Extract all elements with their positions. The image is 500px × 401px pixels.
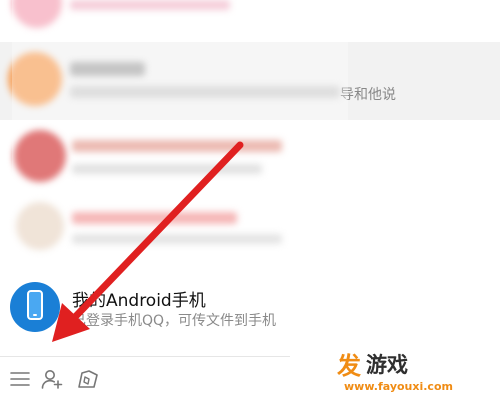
site-watermark: 发 游戏 www.fayouxi.com [290, 348, 500, 400]
conversation-message-tail: 导和他说 [340, 87, 396, 103]
fayouxi-logo-icon: 发 [336, 352, 361, 379]
add-contact-icon[interactable] [40, 367, 64, 391]
svg-text:发: 发 [336, 352, 361, 379]
phone-icon [10, 282, 60, 332]
conversation-title: 我的Android手机 [72, 291, 206, 311]
watermark-url: www.fayouxi.com [344, 380, 453, 393]
conversation-item-my-android-phone[interactable]: 我的Android手机 已登录手机QQ，可传文件到手机 [0, 272, 500, 352]
menu-icon[interactable] [8, 367, 32, 391]
apps-icon[interactable] [76, 367, 100, 391]
watermark-name: 游戏 [366, 353, 408, 377]
privacy-blur-overlay [12, 0, 348, 262]
conversation-subtitle: 已登录手机QQ，可传文件到手机 [72, 313, 277, 329]
